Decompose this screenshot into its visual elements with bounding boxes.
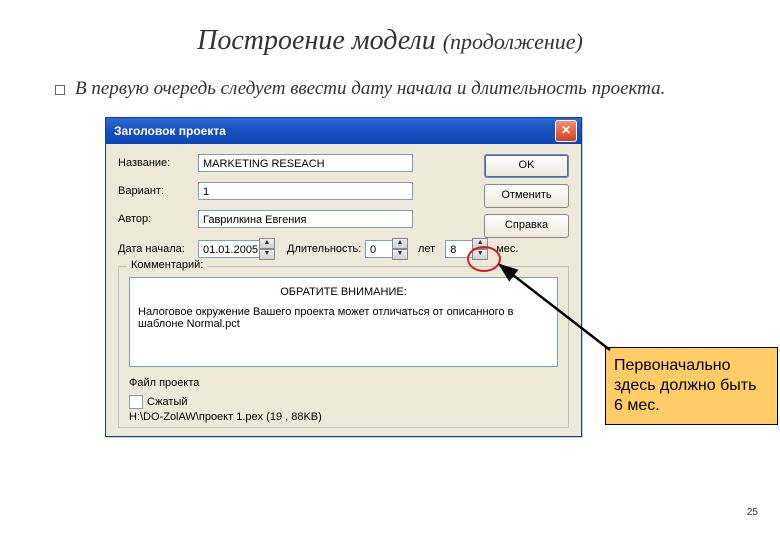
years-value[interactable]: 0 (365, 240, 393, 258)
file-project-label: Файл проекта (129, 377, 199, 389)
chevron-down-icon[interactable]: ▼ (472, 249, 488, 260)
months-unit: мес. (496, 243, 518, 255)
start-date-spinner[interactable]: 01.01.2005 ▲▼ (198, 238, 275, 260)
title-main: Построение модели (197, 25, 436, 56)
notice-title: ОБРАТИТЕ ВНИМАНИЕ: (138, 286, 549, 298)
comment-legend: Комментарий: (127, 259, 207, 271)
comment-group: Комментарий: ОБРАТИТЕ ВНИМАНИЕ: Налогово… (118, 266, 569, 428)
project-header-dialog: Заголовок проекта ✕ OK Отменить Справка … (105, 117, 582, 437)
chevron-down-icon[interactable]: ▼ (259, 249, 275, 260)
years-unit: лет (418, 243, 435, 255)
author-label: Автор: (118, 213, 194, 225)
duration-label: Длительность: (287, 243, 361, 255)
years-spinner[interactable]: 0 ▲▼ (365, 238, 408, 260)
months-spinner[interactable]: 8 ▲▼ (445, 238, 488, 260)
name-input[interactable]: MARKETING RESEACH (198, 154, 413, 172)
start-date-label: Дата начала: (118, 243, 194, 255)
window-title: Заголовок проекта (114, 124, 226, 138)
author-input[interactable]: Гаврилкина Евгения (198, 210, 413, 228)
ok-button[interactable]: OK (484, 154, 569, 178)
chevron-up-icon[interactable]: ▲ (392, 238, 408, 249)
file-path: H:\DO-ZolAW\проект 1.pex (19 , 88KB) (129, 411, 558, 423)
bullet-icon (55, 85, 65, 95)
callout-text: Первоначально здесь должно быть 6 мес. (614, 357, 756, 414)
name-label: Название: (118, 157, 194, 169)
close-button[interactable]: ✕ (555, 120, 577, 142)
help-button[interactable]: Справка (484, 214, 569, 238)
variant-label: Вариант: (118, 185, 194, 197)
slide-title: Построение модели (продолжение) (45, 25, 735, 57)
variant-input[interactable]: 1 (198, 182, 413, 200)
cancel-button[interactable]: Отменить (484, 184, 569, 208)
spin-buttons[interactable]: ▲▼ (259, 238, 275, 260)
notice-text: Налоговое окружение Вашего проекта может… (138, 306, 549, 330)
titlebar[interactable]: Заголовок проекта ✕ (106, 118, 581, 144)
start-date-value[interactable]: 01.01.2005 (198, 240, 260, 258)
chevron-up-icon[interactable]: ▲ (472, 238, 488, 249)
chevron-up-icon[interactable]: ▲ (259, 238, 275, 249)
comment-textarea[interactable]: ОБРАТИТЕ ВНИМАНИЕ: Налоговое окружение В… (129, 277, 558, 367)
title-sub: (продолжение) (443, 29, 583, 54)
callout-box: Первоначально здесь должно быть 6 мес. (605, 347, 778, 425)
chevron-down-icon[interactable]: ▼ (392, 249, 408, 260)
page-number: 25 (747, 507, 758, 518)
compressed-label: Сжатый (147, 396, 188, 408)
months-value[interactable]: 8 (445, 240, 473, 258)
slide-body: В первую очередь следует ввести дату нач… (55, 77, 705, 102)
compressed-checkbox[interactable] (129, 395, 143, 409)
